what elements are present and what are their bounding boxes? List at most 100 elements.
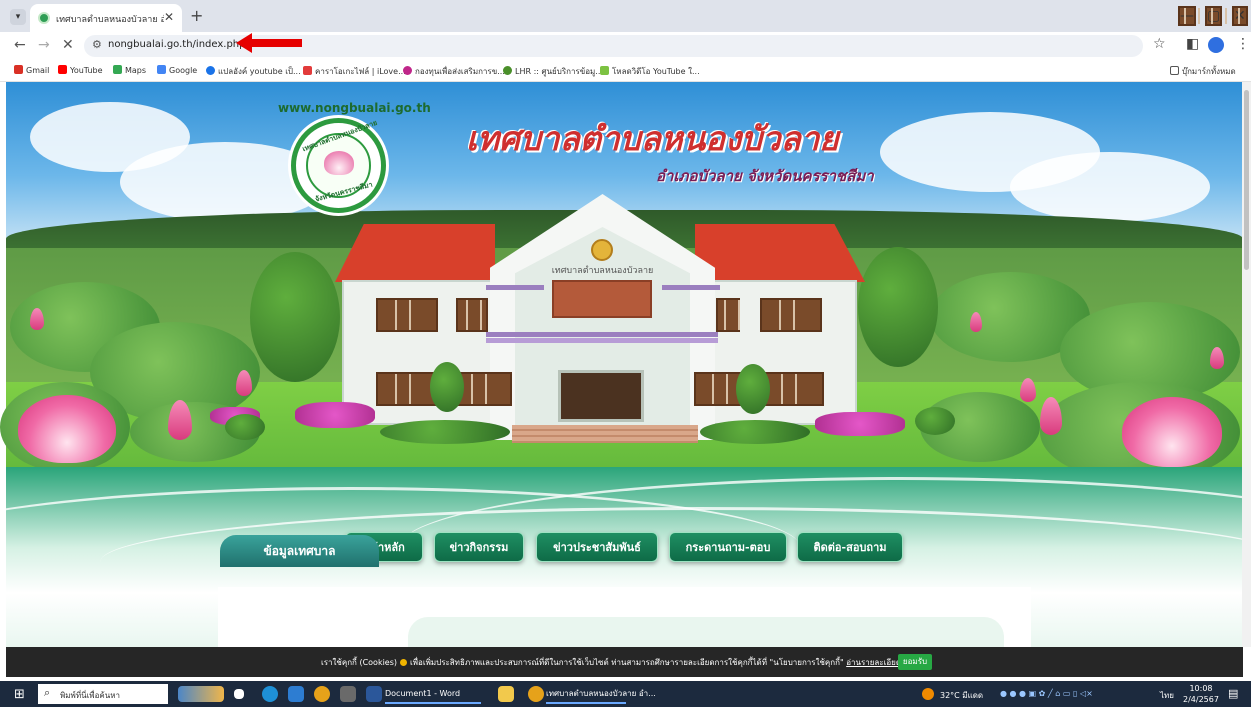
building-band	[486, 285, 544, 290]
browser-menu-icon[interactable]: ⋮	[1236, 36, 1250, 52]
topiary-tree	[430, 362, 464, 412]
back-arrow-icon[interactable]: ←	[14, 37, 26, 53]
building-entrance	[558, 370, 644, 422]
cookie-message: เราใช้คุกกี้ (Cookies) เพื่อเพิ่มประสิทธิ…	[321, 656, 928, 669]
bookmark-youtube[interactable]: YouTube	[58, 65, 103, 75]
shrub	[225, 414, 265, 440]
building-sign: เทศบาลตำบลหนองบัวลาย	[551, 266, 654, 276]
bookmark-fund[interactable]: กองทุนเพื่อส่งเสริมการข...	[403, 65, 505, 78]
taskbar-search[interactable]: ⌕ พิมพ์ที่นี่เพื่อค้นหา	[38, 684, 168, 704]
site-subtitle: อำเภอบัวลาย จังหวัดนครราชสีมา	[656, 167, 874, 185]
topiary-tree	[736, 364, 770, 414]
chrome-active-icon[interactable]	[528, 686, 544, 702]
lotus-flower	[18, 395, 116, 463]
building-band	[486, 332, 718, 337]
cookie-consent-bar: เราใช้คุกกี้ (Cookies) เพื่อเพิ่มประสิทธิ…	[6, 647, 1243, 677]
mail-icon[interactable]	[288, 686, 304, 702]
menu-contact[interactable]: ติดต่อ-สอบถาม	[797, 532, 903, 562]
bookmarks-bar: Gmail YouTube Maps Google แปลอังค์ youtu…	[0, 60, 1251, 82]
building-window	[716, 298, 740, 332]
sidebar-icon[interactable]: ◧	[1186, 36, 1199, 52]
page-scrollbar[interactable]	[1242, 82, 1251, 647]
web-page: เทศบาลตำบลหนองบัวลาย www.nongbualai.go.t…	[0, 82, 1251, 647]
lotus-flower	[1122, 397, 1222, 467]
bookmark-translate-youtube[interactable]: แปลอังค์ youtube เป็...	[206, 65, 301, 78]
building-band	[662, 285, 720, 290]
bookmark-lhr[interactable]: LHR :: ศูนย์บริการข้อมู...	[503, 65, 603, 78]
lotus-logo-icon	[324, 151, 354, 175]
profile-avatar-icon[interactable]	[1208, 37, 1224, 53]
taskbar-word-app[interactable]: Document1 - Word	[385, 684, 481, 704]
folder-icon	[1170, 66, 1179, 75]
building-window	[762, 372, 824, 406]
task-view-icon[interactable]	[234, 689, 244, 699]
menu-qa-board[interactable]: กระดานถาม-ตอบ	[669, 532, 787, 562]
flower-bed	[295, 402, 375, 428]
cookie-accept-button[interactable]: ยอมรับ	[898, 654, 932, 670]
google-icon	[157, 65, 166, 74]
taskbar-search-placeholder[interactable]: พิมพ์ที่นี่เพื่อค้นหา	[60, 689, 120, 702]
tab-search-icon[interactable]: ▾	[10, 9, 26, 25]
globe-icon	[206, 66, 215, 75]
news-widget-icon[interactable]	[178, 686, 224, 702]
close-window-button[interactable]: ✕	[1232, 6, 1248, 26]
search-icon: ⌕	[44, 686, 51, 699]
weather-sun-icon[interactable]	[922, 688, 934, 700]
site-info-icon[interactable]: ⚙	[92, 38, 102, 51]
notification-icon[interactable]: ▤	[1228, 687, 1238, 700]
browser-tab-active[interactable]: เทศบาลตำบลหนองบัวลาย อำเภอบัวลาย จ. ✕	[30, 4, 182, 32]
chrome-icon[interactable]	[314, 686, 330, 702]
edge-icon[interactable]	[262, 686, 278, 702]
cloud	[1010, 152, 1210, 222]
address-url[interactable]: nongbualai.go.th/index.php	[108, 39, 246, 50]
heart-icon	[303, 66, 312, 75]
menu-activity-news[interactable]: ข่าวกิจกรรม	[434, 532, 524, 562]
site-favicon-icon	[38, 12, 50, 24]
taskbar-browser-app[interactable]: เทศบาลตำบลหนองบัวลาย อำ...	[546, 684, 656, 704]
minimize-button[interactable]: —	[1178, 6, 1196, 26]
bookmark-gmail[interactable]: Gmail	[14, 65, 49, 75]
content-box	[408, 617, 1004, 647]
municipality-info-tab[interactable]: ข้อมูลเทศบาล	[220, 535, 379, 567]
site-url-text[interactable]: www.nongbualai.go.th	[278, 101, 431, 115]
site-title: เทศบาลตำบลหนองบัวลาย	[466, 119, 839, 158]
new-tab-button[interactable]: +	[190, 6, 203, 25]
windows-taskbar: ⊞ ⌕ พิมพ์ที่นี่เพื่อค้นหา Document1 - Wo…	[0, 681, 1251, 707]
red-arrow-annotation-icon	[236, 33, 302, 53]
windows-start-icon[interactable]: ⊞	[14, 687, 25, 702]
forward-arrow-icon[interactable]: →	[38, 37, 50, 53]
fund-icon	[403, 66, 412, 75]
building-window	[760, 298, 822, 332]
tab-title: เทศบาลตำบลหนองบัวลาย อำเภอบัวลาย จ.	[56, 15, 164, 25]
menu-press-releases[interactable]: ข่าวประชาสัมพันธ์	[536, 532, 658, 562]
shrub	[380, 420, 510, 444]
store-icon[interactable]	[340, 686, 356, 702]
word-icon[interactable]	[366, 686, 382, 702]
building-band	[486, 338, 718, 343]
browser-tab-strip: ▾ เทศบาลตำบลหนองบัวลาย อำเภอบัวลาย จ. ✕ …	[0, 0, 1251, 32]
bookmarks-all-folder[interactable]: บุ๊กมาร์กทั้งหมด	[1170, 65, 1236, 78]
bookmark-google[interactable]: Google	[157, 65, 197, 75]
tray-icons[interactable]: ● ● ● ▣ ✿ ╱ ⌂ ▭ ▯ ◁×	[1000, 689, 1093, 698]
maximize-button[interactable]: ▢	[1205, 6, 1223, 26]
bookmark-karaoke[interactable]: คาราโอเกะไฟล์ | iLove...	[303, 65, 406, 78]
language-indicator[interactable]: ไทย	[1160, 689, 1174, 702]
taskbar-clock[interactable]: 10:08 2/4/2567	[1183, 683, 1219, 705]
cookie-text: เพื่อเพิ่มประสิทธิภาพและประสบการณ์ที่ดีใ…	[410, 658, 844, 667]
building-plaque	[552, 280, 652, 318]
tab-close-icon[interactable]: ✕	[164, 10, 174, 24]
municipality-logo[interactable]: เทศบาลตำบลหนองบัวลาย จังหวัดนครราชสีมา	[291, 118, 386, 213]
scrollbar-thumb[interactable]	[1244, 90, 1249, 270]
content-panel	[218, 587, 1031, 647]
file-explorer-icon[interactable]	[498, 686, 514, 702]
weather-text[interactable]: 32°C มีแดด	[940, 689, 983, 702]
bookmark-maps[interactable]: Maps	[113, 65, 146, 75]
bookmark-star-icon[interactable]: ☆	[1153, 36, 1166, 52]
gmail-icon	[14, 65, 23, 74]
lhr-icon	[503, 66, 512, 75]
stop-loading-icon[interactable]: ✕	[62, 37, 74, 53]
youtube-icon	[58, 65, 67, 74]
bookmark-youtube-download[interactable]: โหลดวิดีโอ YouTube ใ...	[600, 65, 700, 78]
shrub	[915, 407, 955, 435]
flower-bed	[815, 412, 905, 436]
